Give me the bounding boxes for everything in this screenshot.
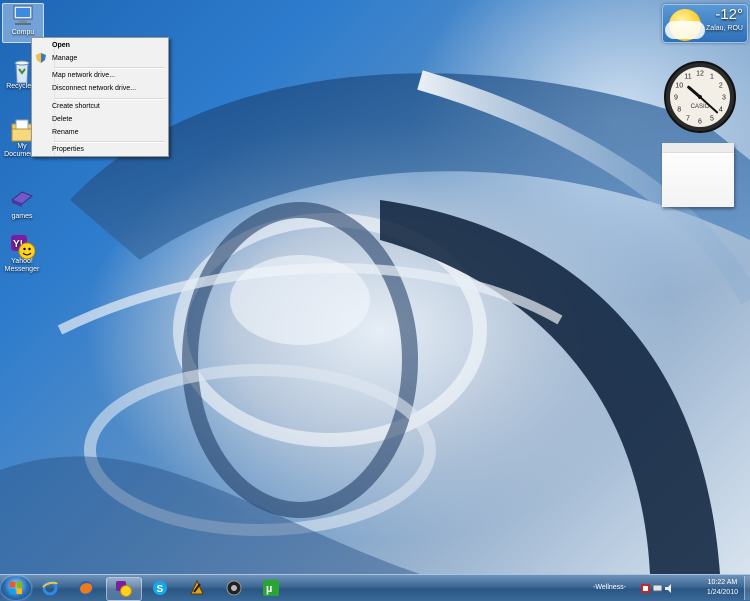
svg-text:µ: µ	[266, 583, 272, 595]
yahoo-messenger-icon: Y!	[9, 233, 36, 260]
menu-separator	[54, 98, 165, 100]
taskbar-winamp[interactable]	[180, 577, 214, 599]
media-player-icon	[226, 580, 242, 596]
weather-gadget[interactable]: -12° Zalau, ROU	[662, 4, 748, 43]
menu-item-create-shortcut[interactable]: Create shortcut	[52, 101, 100, 112]
clock-numeral: 9	[674, 95, 678, 102]
clock-numeral: 6	[698, 119, 702, 126]
taskbar-skype[interactable]: S	[143, 577, 177, 599]
taskbar-firefox[interactable]	[69, 577, 103, 599]
taskbar-internet-explorer[interactable]	[33, 577, 67, 599]
taskbar-time: 10:22 AM	[707, 579, 738, 586]
desktop-icon-yahoo-messenger[interactable]: Y! Yahoo! Messenger	[2, 233, 42, 274]
taskbar-date: 1/24/2010	[706, 589, 738, 596]
clock-numeral: 11	[684, 74, 691, 81]
taskbar-yahoo-messenger[interactable]	[106, 577, 142, 601]
skype-icon: S	[152, 580, 168, 596]
menu-item-disconnect-network-drive[interactable]: Disconnect network drive...	[52, 83, 136, 94]
show-desktop-button[interactable]	[744, 576, 750, 600]
menu-separator	[54, 141, 165, 143]
sticky-notes-gadget[interactable]	[662, 143, 734, 207]
menu-item-properties[interactable]: Properties	[52, 144, 84, 155]
winamp-icon	[189, 579, 205, 596]
clock-numeral: 12	[696, 71, 704, 78]
menu-item-rename[interactable]: Rename	[52, 127, 78, 138]
menu-item-open[interactable]: Open	[52, 40, 70, 51]
notes-text[interactable]	[662, 153, 734, 159]
menu-separator	[54, 67, 165, 69]
notes-header	[662, 143, 734, 153]
tray-text: -Wellness-	[593, 584, 626, 591]
clock-numeral: 1	[710, 74, 714, 81]
clock-numeral: 10	[675, 83, 683, 90]
internet-explorer-icon	[42, 580, 58, 596]
taskbar-utorrent[interactable]: µ	[254, 577, 288, 599]
shield-icon	[36, 53, 46, 63]
menu-item-delete[interactable]: Delete	[52, 114, 72, 125]
network-icon[interactable]	[652, 584, 663, 593]
clock-numeral: 5	[710, 115, 714, 122]
taskbar-clock[interactable]: 10:22 AM 1/24/2010	[707, 578, 738, 598]
desktop-icon-games[interactable]: games	[2, 188, 42, 221]
yahoo-messenger-icon	[116, 581, 132, 597]
context-menu: Open Manage Map network drive... Disconn…	[31, 37, 169, 157]
games-icon	[9, 188, 35, 212]
clock-numeral: 8	[677, 107, 681, 114]
clock-numeral: 3	[722, 95, 726, 102]
clock-numeral: 4	[719, 107, 723, 114]
start-button[interactable]	[1, 576, 31, 600]
cloud-icon	[665, 21, 705, 39]
clock-numeral: 2	[719, 83, 723, 90]
menu-item-manage[interactable]: Manage	[52, 53, 77, 64]
flag-icon[interactable]	[641, 584, 650, 593]
windows-logo-icon	[10, 582, 22, 594]
taskbar-media-player[interactable]	[217, 577, 251, 599]
desktop-icon-label: games	[11, 213, 33, 220]
firefox-icon	[78, 580, 94, 596]
utorrent-icon: µ	[263, 580, 279, 596]
menu-item-map-network-drive[interactable]: Map network drive...	[52, 70, 115, 81]
svg-text:S: S	[157, 584, 164, 595]
clock-gadget[interactable]: 1 2 3 4 5 6 7 8 9 10 11 12 CASIO	[663, 60, 737, 134]
volume-icon[interactable]	[665, 584, 674, 593]
clock-numeral: 7	[686, 115, 690, 122]
weather-location: Zalau, ROU	[706, 25, 743, 32]
taskbar: S µ -Wellness- 10:22 AM 1/24/2010	[0, 574, 750, 601]
weather-temperature: -12°	[715, 6, 743, 23]
desktop-icon-label: Compu	[11, 29, 35, 36]
clock-brand: CASIO	[691, 104, 710, 110]
system-tray: -Wellness- 10:22 AM 1/24/2010	[550, 575, 750, 601]
computer-icon	[10, 4, 36, 28]
